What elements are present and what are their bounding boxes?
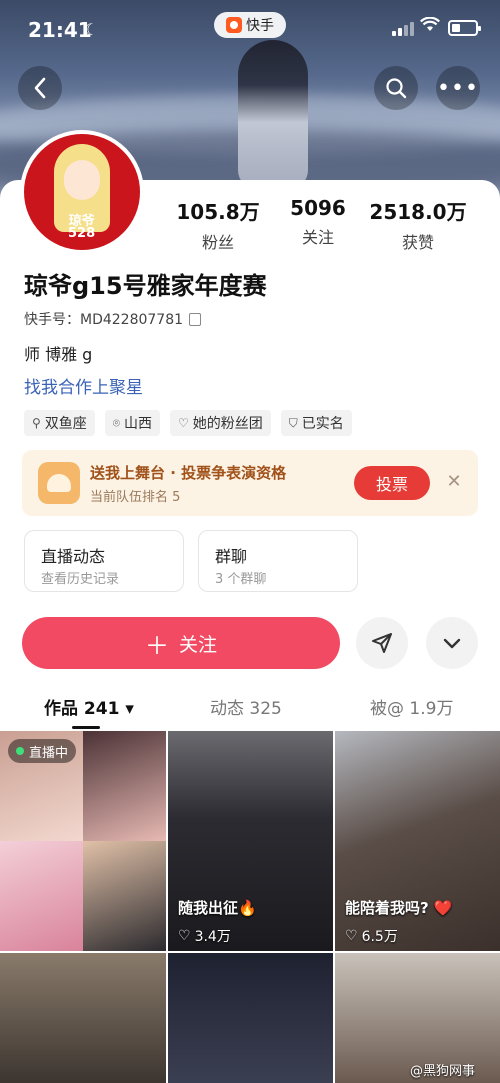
profile-stats: 105.8万 粉丝 5096 关注 2518.0万 获赞	[168, 196, 488, 253]
stat-value: 5096	[290, 196, 346, 220]
live-dot-icon	[16, 747, 24, 755]
video-likes: ♡ 6.5万	[345, 926, 398, 946]
likes-count: 6.5万	[361, 929, 398, 945]
heart-icon: ♡	[178, 928, 191, 944]
tab-works[interactable]: 作品 241 ▾	[44, 694, 134, 719]
video-caption: 能陪着我吗? ❤️	[345, 899, 453, 917]
stat-label: 粉丝	[201, 233, 234, 252]
shield-check-icon: ⛉	[288, 415, 298, 430]
stat-likes[interactable]: 2518.0万 获赞	[368, 196, 468, 253]
chevron-left-icon	[34, 77, 46, 99]
live-badge-label: 直播中	[29, 745, 69, 761]
app-pill[interactable]: 快手	[214, 12, 286, 38]
tag-label: 她的粉丝团	[192, 416, 263, 432]
tag-verified[interactable]: ⛉ 已实名	[280, 410, 352, 436]
share-button[interactable]	[356, 617, 408, 669]
stat-label: 获赞	[401, 233, 434, 252]
live-history-card[interactable]: 直播动态 查看历史记录	[24, 530, 184, 592]
search-button[interactable]	[374, 66, 418, 110]
tag-label: 已实名	[301, 416, 344, 432]
back-button[interactable]	[18, 66, 62, 110]
tag-label: 双鱼座	[44, 416, 87, 432]
app-pill-label: 快手	[246, 18, 274, 34]
moon-icon: ☾	[84, 20, 99, 39]
stage-vote-icon	[38, 462, 80, 504]
user-id-text: 快手号：MD422807781	[24, 312, 184, 328]
video-caption: 随我出征🔥	[178, 899, 257, 917]
card-title: 直播动态	[41, 547, 106, 566]
card-title: 群聊	[215, 547, 248, 566]
video-thumbnail[interactable]	[168, 953, 333, 1083]
video-likes: ♡ 3.4万	[178, 926, 231, 946]
profile-name: 琼爷g15号雅家年度赛	[24, 272, 267, 300]
signal-icon	[392, 22, 414, 36]
video-thumbnail[interactable]	[0, 953, 166, 1083]
video-thumbnail-live[interactable]: 直播中	[0, 731, 166, 951]
user-id: 快手号：MD422807781	[24, 309, 202, 329]
avatar[interactable]: 琼爷 528	[20, 130, 144, 254]
vote-title: 送我上舞台 · 投票争表演资格	[90, 464, 287, 482]
active-tab-indicator	[72, 726, 100, 729]
more-options-button[interactable]: •••	[436, 66, 480, 110]
video-grid: 直播中 随我出征🔥 ♡ 3.4万 能陪着我吗? ❤️ ♡ 6.5万	[0, 731, 500, 1083]
stat-value: 105.8万	[176, 200, 260, 224]
avatar-text: 琼爷 528	[68, 214, 96, 241]
likes-count: 3.4万	[194, 929, 231, 945]
stat-following[interactable]: 5096 关注	[268, 196, 368, 253]
follow-button[interactable]: ＋ 关注	[22, 617, 340, 669]
close-icon[interactable]: ✕	[442, 470, 466, 494]
content-tabs: 作品 241 ▾ 动态 325 被@ 1.9万	[0, 690, 500, 730]
stat-followers[interactable]: 105.8万 粉丝	[168, 196, 268, 253]
copy-icon[interactable]	[189, 312, 202, 326]
status-bar: 21:41 ☾ 快手	[0, 0, 500, 60]
profile-tags: ⚲ 双鱼座 ⌾ 山西 ♡ 她的粉丝团 ⛉ 已实名	[24, 410, 352, 436]
search-icon: ⚲	[32, 416, 41, 430]
heart-icon: ♡	[345, 928, 358, 944]
send-icon	[372, 633, 392, 653]
location-pin-icon: ⌾	[112, 415, 120, 430]
plus-icon: ＋	[144, 631, 169, 660]
tag-fan-club[interactable]: ♡ 她的粉丝团	[170, 410, 271, 436]
tag-label: 山西	[124, 416, 152, 432]
expand-button[interactable]	[426, 617, 478, 669]
more-dots-icon: •••	[437, 75, 479, 101]
wifi-icon	[420, 16, 440, 38]
follow-label: 关注	[178, 633, 217, 656]
kuaishou-logo-icon	[226, 17, 242, 33]
tag-location[interactable]: ⌾ 山西	[104, 410, 160, 436]
stat-value: 2518.0万	[369, 200, 467, 224]
vote-subtitle: 当前队伍排名 5	[90, 490, 181, 505]
battery-icon	[448, 20, 481, 36]
tab-mentions[interactable]: 被@ 1.9万	[370, 694, 453, 719]
tag-zodiac[interactable]: ⚲ 双鱼座	[24, 410, 95, 436]
card-subtitle: 3 个群聊	[215, 572, 267, 587]
vote-banner[interactable]: 送我上舞台 · 投票争表演资格 当前队伍排名 5 投票 ✕	[22, 450, 478, 516]
tab-moments[interactable]: 动态 325	[210, 694, 282, 719]
group-chat-card[interactable]: 群聊 3 个群聊	[198, 530, 358, 592]
stat-label: 关注	[301, 228, 334, 247]
status-time: 21:41	[28, 18, 92, 42]
cooperation-link[interactable]: 找我合作上聚星	[24, 373, 143, 398]
watermark: @黑狗网事	[410, 1064, 476, 1079]
video-thumbnail[interactable]: 随我出征🔥 ♡ 3.4万	[168, 731, 333, 951]
live-badge: 直播中	[8, 739, 77, 763]
video-thumbnail[interactable]: 能陪着我吗? ❤️ ♡ 6.5万	[335, 731, 500, 951]
profile-bio: 师 博雅 g	[24, 345, 93, 364]
heart-link-icon: ♡	[178, 416, 189, 430]
vote-button[interactable]: 投票	[354, 466, 430, 500]
search-icon	[386, 78, 407, 99]
chevron-down-icon	[443, 638, 461, 649]
card-subtitle: 查看历史记录	[41, 572, 120, 587]
